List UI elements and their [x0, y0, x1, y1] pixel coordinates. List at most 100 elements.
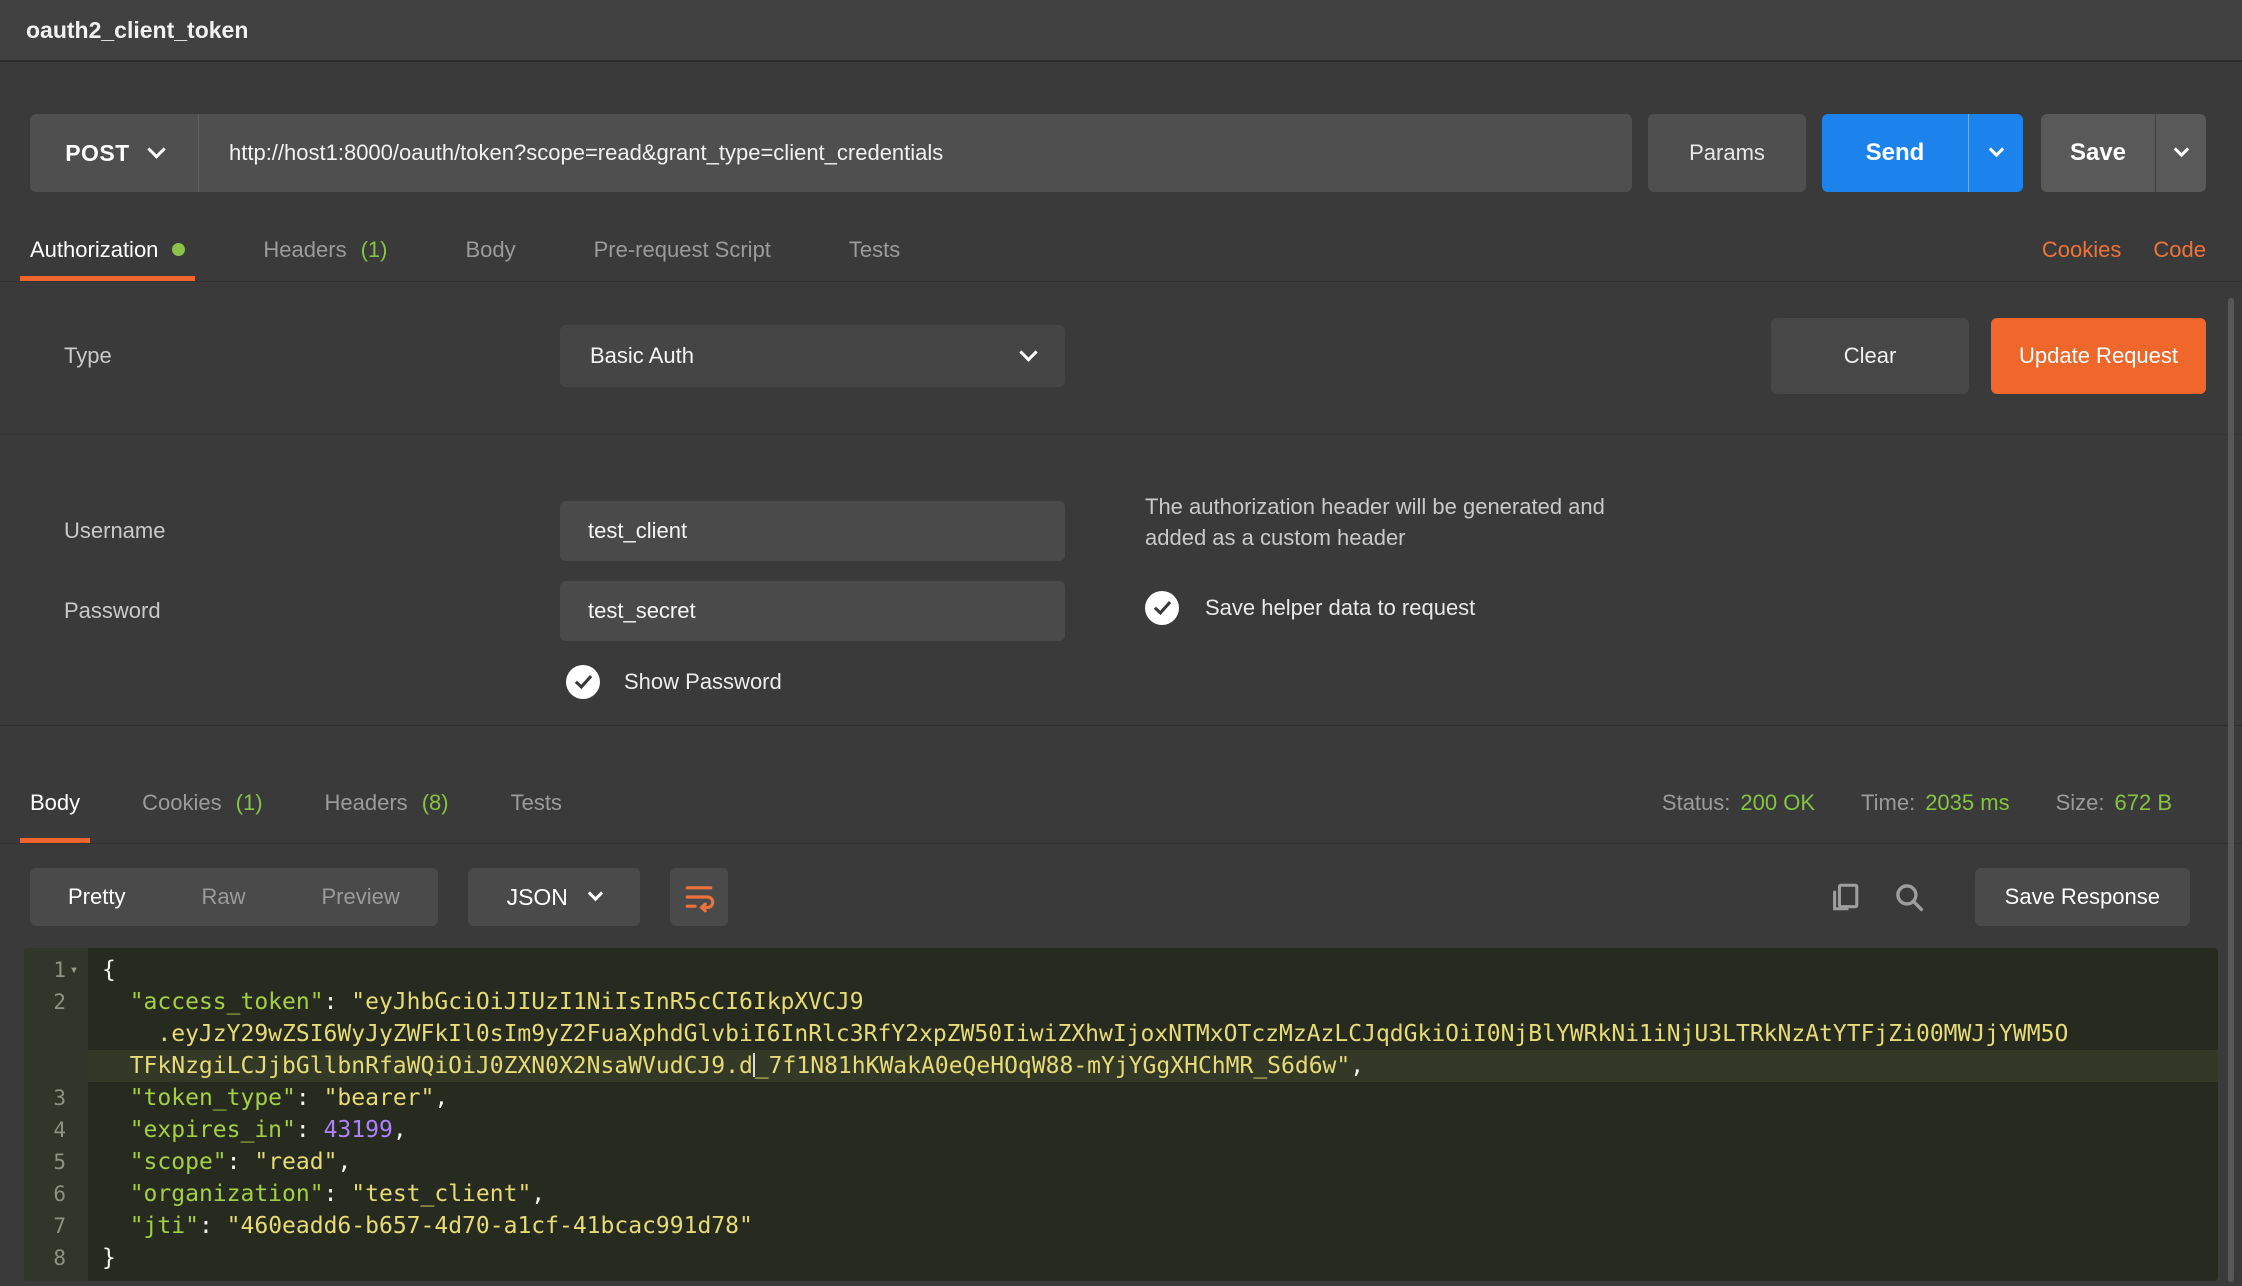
auth-helper-column: The authorization header will be generat… — [1065, 435, 2242, 699]
postman-window: oauth2_client_token POST http://host1:80… — [0, 0, 2242, 1281]
line-number: 3 — [24, 1082, 88, 1114]
tab-label: Body — [465, 237, 515, 263]
format-value: JSON — [507, 884, 568, 911]
save-response-button[interactable]: Save Response — [1975, 868, 2190, 926]
code-row: 8} — [24, 1242, 2218, 1274]
search-button[interactable] — [1891, 879, 1927, 915]
tab-label: Body — [30, 790, 80, 816]
tab-authorization[interactable]: Authorization — [30, 218, 185, 281]
code-line: "scope": "read", — [88, 1146, 2218, 1178]
clear-button[interactable]: Clear — [1771, 318, 1969, 394]
code-line: } — [88, 1242, 2218, 1274]
response-tab-headers[interactable]: Headers (8) — [325, 762, 449, 843]
status-value: 200 OK — [1740, 790, 1815, 816]
username-row: Username test_client — [0, 501, 1065, 561]
response-tabs: Body Cookies (1) Headers (8) Tests Statu… — [0, 762, 2242, 844]
cookies-link[interactable]: Cookies — [2042, 237, 2121, 263]
line-number: 7 — [24, 1210, 88, 1242]
params-button[interactable]: Params — [1648, 114, 1806, 192]
send-button-group: Send — [1822, 114, 2023, 192]
show-password-label: Show Password — [624, 669, 782, 695]
response-tab-tests[interactable]: Tests — [511, 762, 562, 843]
tab-label: Tests — [511, 790, 562, 816]
code-line: .eyJzY29wZSI6WyJyZWFkIl0sIm9yZ2FuaXphdGl… — [88, 1018, 2218, 1050]
code-row: 3 "token_type": "bearer", — [24, 1082, 2218, 1114]
tab-links: Cookies Code — [2042, 237, 2206, 263]
code-line: "access_token": "eyJhbGciOiJIUzI1NiIsInR… — [88, 986, 2218, 1018]
line-number: 2 — [24, 986, 88, 1018]
status-indicator: Status: 200 OK — [1662, 790, 1815, 816]
code-row: TFkNzgiLCJjbGllbnRfaWQiOiJ0ZXN0X2NsaWVud… — [24, 1050, 2218, 1082]
response-code[interactable]: 1▾{2 "access_token": "eyJhbGciOiJIUzI1Ni… — [24, 948, 2218, 1281]
auth-type-value: Basic Auth — [590, 343, 694, 369]
chevron-down-icon — [147, 140, 165, 158]
code-row: 5 "scope": "read", — [24, 1146, 2218, 1178]
request-url-bar: POST http://host1:8000/oauth/token?scope… — [30, 114, 2206, 192]
size-value: 672 B — [2115, 790, 2173, 816]
tab-pre-request-script[interactable]: Pre-request Script — [594, 218, 771, 281]
chevron-down-icon — [1019, 343, 1037, 361]
update-request-button[interactable]: Update Request — [1991, 318, 2206, 394]
response-tab-body[interactable]: Body — [30, 762, 80, 843]
code-row: 6 "organization": "test_client", — [24, 1178, 2218, 1210]
search-icon — [1891, 879, 1927, 915]
status-label: Status: — [1662, 790, 1730, 816]
code-link[interactable]: Code — [2153, 237, 2206, 263]
save-helper-checkbox[interactable] — [1145, 591, 1179, 625]
password-field[interactable]: test_secret — [560, 581, 1065, 641]
format-select[interactable]: JSON — [468, 868, 640, 926]
code-line: "jti": "460eadd6-b657-4d70-a1cf-41bcac99… — [88, 1210, 2218, 1242]
username-field[interactable]: test_client — [560, 501, 1065, 561]
url-group: POST http://host1:8000/oauth/token?scope… — [30, 114, 1632, 192]
tab-headers[interactable]: Headers (1) — [263, 218, 387, 281]
tab-label: Headers — [263, 237, 346, 263]
line-number: 4 — [24, 1114, 88, 1146]
send-button[interactable]: Send — [1822, 114, 1968, 192]
authorization-panel: Type Basic Auth Clear Update Request Use… — [0, 318, 2242, 725]
method-selector[interactable]: POST — [30, 114, 198, 192]
line-number — [24, 1018, 88, 1050]
line-number: 1▾ — [24, 954, 88, 986]
response-panel: Body Cookies (1) Headers (8) Tests Statu… — [0, 725, 2242, 1281]
tab-label: Pre-request Script — [594, 237, 771, 263]
line-number: 5 — [24, 1146, 88, 1178]
auth-type-select[interactable]: Basic Auth — [560, 325, 1065, 387]
save-options-button[interactable] — [2156, 114, 2206, 192]
request-tabs: Authorization Headers (1) Body Pre-reque… — [0, 218, 2242, 282]
code-line: "expires_in": 43199, — [88, 1114, 2218, 1146]
code-row: 2 "access_token": "eyJhbGciOiJIUzI1NiIsI… — [24, 986, 2218, 1018]
response-toolbar: Pretty Raw Preview JSON — [0, 868, 2242, 926]
auth-credentials: Username test_client Password test_secre… — [0, 435, 2242, 725]
chevron-down-icon — [2173, 142, 2189, 158]
response-actions: Save Response — [1827, 868, 2190, 926]
password-row: Password test_secret — [0, 581, 1065, 641]
code-line: TFkNzgiLCJjbGllbnRfaWQiOiJ0ZXN0X2NsaWVud… — [88, 1050, 2218, 1082]
copy-button[interactable] — [1827, 879, 1863, 915]
code-row: 1▾{ — [24, 954, 2218, 986]
time-indicator: Time: 2035 ms — [1861, 790, 2010, 816]
line-number — [24, 1050, 88, 1082]
auth-helper-text: The authorization header will be generat… — [1145, 491, 2242, 553]
view-mode-preview[interactable]: Preview — [283, 868, 437, 926]
send-options-button[interactable] — [1969, 114, 2023, 192]
show-password-checkbox[interactable] — [566, 665, 600, 699]
tab-label: Authorization — [30, 237, 158, 263]
view-mode-pretty[interactable]: Pretty — [30, 868, 163, 926]
tab-tests[interactable]: Tests — [849, 218, 900, 281]
code-line: "organization": "test_client", — [88, 1178, 2218, 1210]
save-button[interactable]: Save — [2041, 114, 2155, 192]
url-input[interactable]: http://host1:8000/oauth/token?scope=read… — [199, 114, 1632, 192]
text-wrap-icon — [682, 880, 716, 914]
copy-icon — [1827, 879, 1863, 915]
view-mode-raw[interactable]: Raw — [163, 868, 283, 926]
tab-body[interactable]: Body — [465, 218, 515, 281]
wrap-text-button[interactable] — [670, 868, 728, 926]
save-helper-label: Save helper data to request — [1205, 595, 1475, 621]
time-value: 2035 ms — [1925, 790, 2009, 816]
response-tab-cookies[interactable]: Cookies (1) — [142, 762, 262, 843]
line-number: 6 — [24, 1178, 88, 1210]
scrollbar[interactable] — [2228, 298, 2234, 1282]
size-indicator: Size: 672 B — [2056, 790, 2172, 816]
fold-caret-icon[interactable]: ▾ — [66, 954, 82, 986]
request-tab-title: oauth2_client_token — [26, 17, 248, 44]
